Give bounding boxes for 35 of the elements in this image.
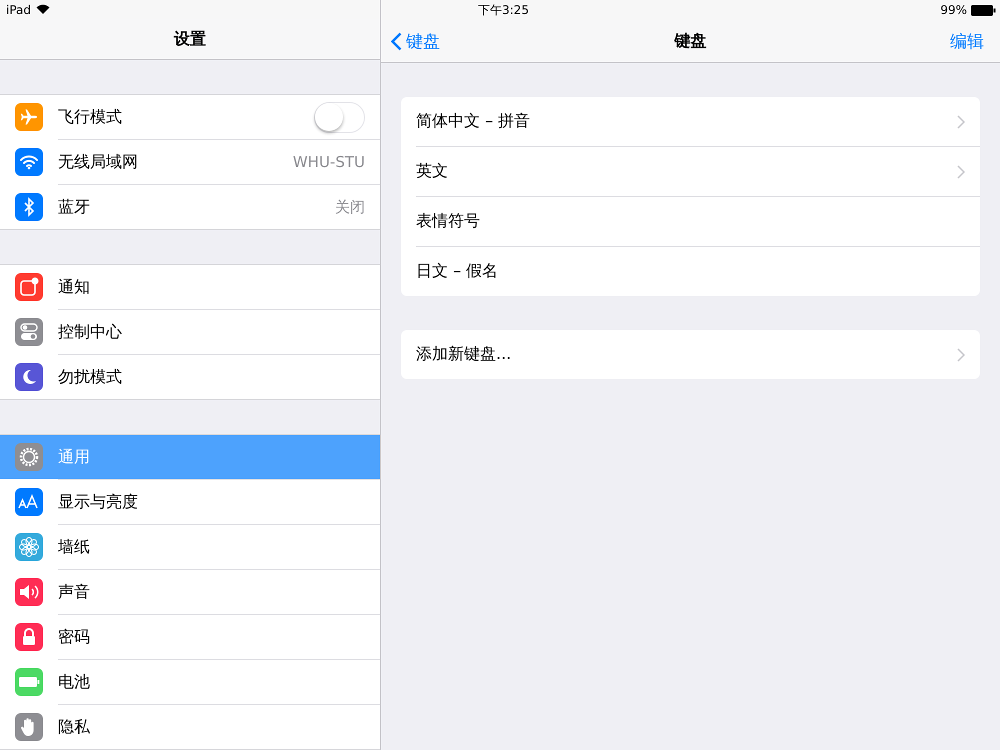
device-name: iPad (6, 2, 32, 17)
chevron-icon (957, 164, 965, 178)
battery-icon (971, 4, 996, 16)
status-time: 下午3:25 (478, 2, 529, 18)
sidebar-title: 设置 (174, 28, 206, 50)
setting-value: 关闭 (335, 198, 365, 216)
switches-icon (15, 318, 43, 346)
keyboard-item[interactable]: 日文 – 假名 (401, 247, 980, 296)
edit-button[interactable]: 编辑 (950, 30, 984, 52)
back-chevron-icon (391, 32, 402, 50)
keyboard-item[interactable]: 简体中文 – 拼音 (401, 97, 980, 146)
chevron-icon (957, 114, 965, 128)
notification-icon (15, 273, 43, 301)
hand-icon (15, 713, 43, 741)
page-title: 键盘 (674, 30, 706, 52)
wifi-icon (36, 4, 50, 16)
keyboard-item[interactable]: 英文 (401, 147, 980, 196)
chevron-icon (957, 348, 965, 362)
wifi-icon (15, 148, 43, 176)
back-label: 键盘 (406, 30, 440, 52)
battery-percentage: 99% (940, 3, 967, 17)
moon-icon (15, 363, 43, 391)
lock-icon (15, 623, 43, 651)
setting-value: WHU-STU (292, 153, 365, 171)
speaker-icon (15, 578, 43, 606)
battery-icon (15, 668, 43, 696)
keyboard-item[interactable]: 表情符号 (401, 197, 980, 246)
text-size-icon (15, 488, 43, 516)
settings-icon (15, 443, 43, 471)
airplane-icon (15, 103, 43, 131)
keyboard-item[interactable]: 添加新键盘... (401, 330, 980, 379)
back-button[interactable]: 键盘 (391, 30, 440, 52)
toggle-switch[interactable] (314, 102, 365, 132)
bluetooth-icon (15, 193, 43, 221)
flower-icon (15, 533, 43, 561)
